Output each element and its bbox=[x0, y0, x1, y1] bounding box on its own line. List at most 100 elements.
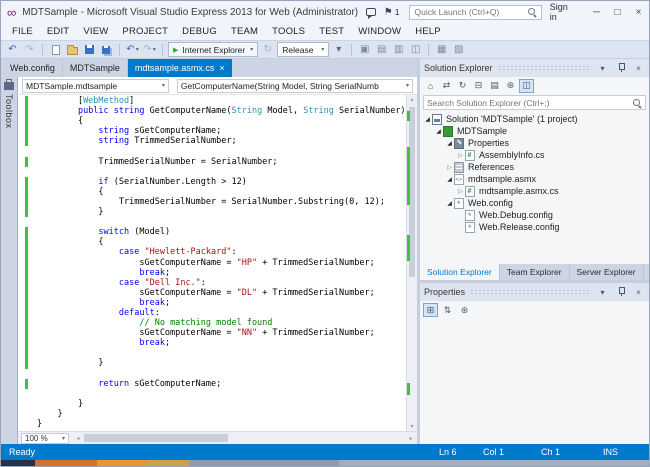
menu-item-window[interactable]: WINDOW bbox=[351, 26, 408, 37]
code-line[interactable]: } bbox=[18, 419, 406, 429]
code-line[interactable]: } bbox=[18, 358, 406, 368]
code-lines[interactable]: [WebMethod] public string GetComputerNam… bbox=[18, 95, 406, 431]
zoom-dropdown[interactable]: 100 % ▾ bbox=[21, 433, 69, 444]
command-window-icon[interactable]: ▤ bbox=[374, 42, 389, 57]
code-line[interactable]: public string GetComputerName(String Mod… bbox=[18, 106, 406, 116]
scroll-left-icon[interactable]: ◂ bbox=[72, 435, 84, 442]
menu-item-tools[interactable]: TOOLS bbox=[265, 26, 312, 37]
pin-icon[interactable] bbox=[614, 286, 627, 298]
code-line[interactable]: break; bbox=[18, 298, 406, 308]
menu-item-view[interactable]: VIEW bbox=[76, 26, 115, 37]
tree-item-mdtsample-asmx-cs[interactable]: ▷mdtsample.asmx.cs bbox=[420, 185, 649, 197]
find-in-files-icon[interactable]: ▣ bbox=[357, 42, 372, 57]
tree-item-properties[interactable]: ◢Properties bbox=[420, 137, 649, 149]
tab-solution-explorer[interactable]: Solution Explorer bbox=[420, 264, 500, 280]
code-line[interactable] bbox=[18, 348, 406, 358]
close-button[interactable]: × bbox=[628, 3, 649, 21]
code-line[interactable]: return sGetComputerName; bbox=[18, 379, 406, 389]
type-dropdown[interactable]: MDTSample.mdtsample ▾ bbox=[22, 79, 169, 93]
property-pages-icon[interactable]: ⊛ bbox=[457, 303, 472, 317]
horizontal-scrollbar-thumb[interactable] bbox=[84, 434, 228, 442]
close-panel-icon[interactable]: × bbox=[632, 288, 645, 297]
tab-server-explorer[interactable]: Server Explorer bbox=[570, 264, 644, 280]
tree-collapsed-icon[interactable]: ▷ bbox=[445, 164, 454, 171]
collapse-all-icon[interactable]: ⊟ bbox=[471, 79, 486, 93]
code-line[interactable]: if (SerialNumber.Length > 12) bbox=[18, 177, 406, 187]
notifications-button[interactable]: ⚑ 1 bbox=[384, 7, 400, 18]
alphabetical-icon[interactable]: ⇅ bbox=[440, 303, 455, 317]
code-line[interactable]: [WebMethod] bbox=[18, 96, 406, 106]
scroll-up-icon[interactable]: ▴ bbox=[407, 96, 417, 103]
code-line[interactable]: TrimmedSerialNumber = SerialNumber; bbox=[18, 157, 406, 167]
code-line[interactable]: } bbox=[18, 399, 406, 409]
feedback-icon[interactable] bbox=[366, 8, 376, 16]
tree-expanded-icon[interactable]: ◢ bbox=[445, 176, 454, 183]
tree-item-solution-mdtsample-1-project[interactable]: ◢Solution 'MDTSample' (1 project) bbox=[420, 113, 649, 125]
code-line[interactable]: string sGetComputerName; bbox=[18, 126, 406, 136]
editor-tab-mdtsample-asmx-cs[interactable]: mdtsample.asmx.cs× bbox=[128, 59, 232, 77]
code-line[interactable]: break; bbox=[18, 338, 406, 348]
close-tab-icon[interactable]: × bbox=[219, 63, 224, 73]
tree-expanded-icon[interactable]: ◢ bbox=[434, 128, 443, 135]
code-line[interactable] bbox=[18, 167, 406, 177]
tree-collapsed-icon[interactable]: ▷ bbox=[456, 152, 465, 159]
tree-item-mdtsample[interactable]: ◢MDTSample bbox=[420, 125, 649, 137]
code-line[interactable]: switch (Model) bbox=[18, 227, 406, 237]
scroll-right-icon[interactable]: ▸ bbox=[405, 435, 417, 442]
redo-icon[interactable]: ↷▾ bbox=[142, 42, 157, 57]
toolbox-tab[interactable]: Toolbox bbox=[1, 77, 17, 444]
save-icon[interactable] bbox=[82, 42, 97, 57]
undo-icon[interactable]: ↶▾ bbox=[125, 42, 140, 57]
nav-forward-icon[interactable]: ↷ bbox=[22, 42, 37, 57]
code-line[interactable]: break; bbox=[18, 268, 406, 278]
window-position-icon[interactable]: ▾ bbox=[596, 288, 609, 297]
categorized-icon[interactable]: ⊞ bbox=[423, 303, 438, 317]
code-line[interactable]: TrimmedSerialNumber = SerialNumber.Subst… bbox=[18, 197, 406, 207]
solution-configuration-select[interactable]: Release▾ bbox=[277, 42, 329, 57]
menu-item-test[interactable]: TEST bbox=[312, 26, 351, 37]
code-line[interactable]: } bbox=[18, 207, 406, 217]
code-line[interactable]: } bbox=[18, 409, 406, 419]
show-all-files-icon[interactable]: ▤ bbox=[487, 79, 502, 93]
tab-team-explorer[interactable]: Team Explorer bbox=[500, 264, 570, 280]
tree-item-assemblyinfo-cs[interactable]: ▷AssemblyInfo.cs bbox=[420, 149, 649, 161]
menu-item-team[interactable]: TEAM bbox=[224, 26, 265, 37]
tree-expanded-icon[interactable]: ◢ bbox=[445, 200, 454, 207]
pin-icon[interactable] bbox=[614, 62, 627, 74]
code-line[interactable]: case "Dell Inc.": bbox=[18, 278, 406, 288]
menu-item-help[interactable]: HELP bbox=[408, 26, 448, 37]
code-line[interactable] bbox=[18, 389, 406, 399]
menu-item-debug[interactable]: DEBUG bbox=[175, 26, 224, 37]
editor-tab-web-config[interactable]: Web.config bbox=[3, 59, 63, 77]
platform-select-icon[interactable]: ▾ bbox=[331, 42, 346, 57]
menu-item-file[interactable]: FILE bbox=[5, 26, 40, 37]
code-line[interactable]: { bbox=[18, 237, 406, 247]
code-line[interactable]: { bbox=[18, 116, 406, 126]
sign-in-link[interactable]: Sign in bbox=[550, 2, 576, 22]
quick-launch-input[interactable] bbox=[414, 7, 526, 17]
code-line[interactable]: sGetComputerName = "DL" + TrimmedSerialN… bbox=[18, 288, 406, 298]
tree-collapsed-icon[interactable]: ▷ bbox=[456, 188, 465, 195]
code-line[interactable]: default: bbox=[18, 308, 406, 318]
maximize-button[interactable]: □ bbox=[607, 3, 628, 21]
horizontal-scrollbar[interactable] bbox=[84, 432, 405, 444]
tree-item-web-config[interactable]: ◢Web.config bbox=[420, 197, 649, 209]
immediate-window-icon[interactable]: ▥ bbox=[391, 42, 406, 57]
close-panel-icon[interactable]: × bbox=[632, 64, 645, 73]
code-line[interactable]: string TrimmedSerialNumber; bbox=[18, 136, 406, 146]
tree-expanded-icon[interactable]: ◢ bbox=[423, 116, 432, 123]
code-line[interactable]: sGetComputerName = "NN" + TrimmedSerialN… bbox=[18, 328, 406, 338]
extensions-icon[interactable]: ▦ bbox=[434, 42, 449, 57]
code-line[interactable]: sGetComputerName = "HP" + TrimmedSerialN… bbox=[18, 258, 406, 268]
start-debugging-button[interactable]: ▶Internet Explorer▾ bbox=[168, 42, 258, 57]
editor-tab-mdtsample[interactable]: MDTSample bbox=[63, 59, 128, 77]
open-file-icon[interactable] bbox=[65, 42, 80, 57]
home-icon[interactable]: ⌂ bbox=[423, 79, 438, 93]
vertical-scrollbar[interactable]: ▴ ▾ bbox=[406, 95, 417, 431]
refresh-browser-icon[interactable]: ↻ bbox=[260, 42, 275, 57]
window-position-icon[interactable]: ▾ bbox=[596, 64, 609, 73]
member-dropdown[interactable]: GetComputerName(String Model, String Ser… bbox=[177, 79, 413, 93]
tree-item-web-debug-config[interactable]: Web.Debug.config bbox=[420, 209, 649, 221]
refresh-icon[interactable]: ↻ bbox=[455, 79, 470, 93]
switch-views-icon[interactable]: ⇄ bbox=[439, 79, 454, 93]
